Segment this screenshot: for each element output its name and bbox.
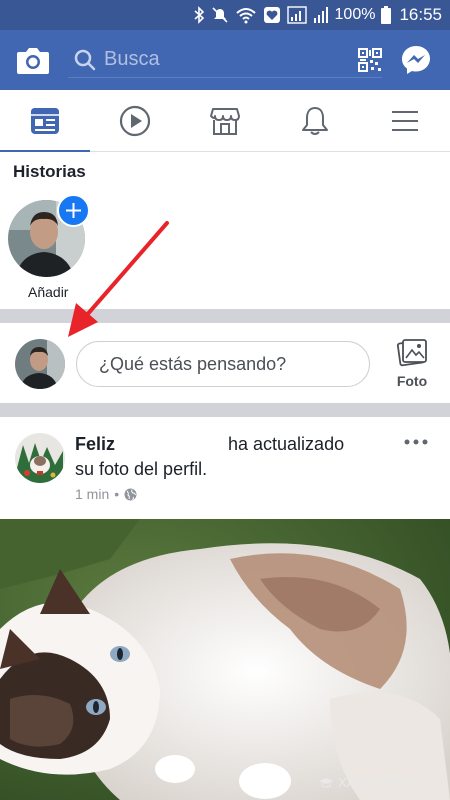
search-input[interactable] xyxy=(104,48,344,71)
composer-avatar xyxy=(15,339,65,389)
add-story-button[interactable] xyxy=(57,194,90,227)
globe-icon xyxy=(124,488,137,500)
facebook-app-screen: 100% 16:55 Busca Historias Añadir ¿Qué e… xyxy=(0,0,450,800)
bell-icon xyxy=(302,107,328,135)
avatar-photo xyxy=(15,433,65,483)
plus-icon xyxy=(66,203,81,218)
post-timestamp[interactable]: 1 min xyxy=(75,486,109,502)
app-header xyxy=(0,30,450,90)
tab-marketplace[interactable] xyxy=(180,90,270,152)
stories-title: Historias xyxy=(13,162,86,181)
section-divider xyxy=(0,403,450,417)
mute-icon xyxy=(211,7,228,23)
menu-icon xyxy=(392,111,418,131)
battery-percent: 100% xyxy=(334,6,376,23)
qr-code-button[interactable] xyxy=(358,48,382,72)
post-photo[interactable] xyxy=(0,519,450,800)
bluetooth-icon xyxy=(194,6,204,24)
messenger-button[interactable] xyxy=(400,44,432,76)
tab-news-feed[interactable] xyxy=(0,90,90,153)
battery-icon xyxy=(381,6,392,24)
photo-icon xyxy=(396,339,427,367)
more-options-icon xyxy=(404,439,428,445)
post-headline: Feliz ha actualizado xyxy=(75,434,344,455)
feed-post-header: Feliz ha actualizado su foto del perfil.… xyxy=(0,417,450,519)
camera-icon xyxy=(17,48,49,74)
watch-icon xyxy=(119,105,151,137)
cat-photo xyxy=(0,519,450,800)
status-bar: 100% 16:55 xyxy=(0,0,450,30)
clock: 16:55 xyxy=(399,5,442,24)
section-divider xyxy=(0,309,450,323)
graduation-cap-icon xyxy=(319,777,333,788)
news-feed-icon xyxy=(31,108,59,134)
heart-notification-icon xyxy=(263,7,280,23)
post-author-avatar[interactable] xyxy=(15,433,65,483)
messenger-icon xyxy=(402,46,430,74)
camera-button[interactable] xyxy=(16,44,50,76)
post-meta: 1 min • xyxy=(75,486,137,502)
signal-strength-icon xyxy=(313,7,328,23)
search-icon xyxy=(74,49,96,70)
qr-code-icon xyxy=(358,48,382,72)
post-author-name[interactable]: Feliz xyxy=(75,434,115,454)
tab-watch[interactable] xyxy=(90,90,180,152)
tab-bar xyxy=(0,90,450,153)
avatar-photo xyxy=(15,339,65,389)
search-bar[interactable] xyxy=(68,42,382,78)
photo-label: Foto xyxy=(396,373,428,389)
marketplace-icon xyxy=(210,108,240,135)
post-action-text: ha actualizado xyxy=(228,434,345,454)
add-story-label: Añadir xyxy=(28,284,69,300)
whats-on-your-mind-input[interactable]: ¿Qué estás pensando? xyxy=(76,341,370,387)
watermark: XATAKA BASICS xyxy=(318,775,442,790)
watermark-text: XATAKA BASICS xyxy=(338,775,442,790)
stories-section: Historias Añadir xyxy=(0,152,450,309)
tab-notifications[interactable] xyxy=(270,90,360,152)
photo-button[interactable]: Foto xyxy=(388,337,436,393)
post-options-button[interactable] xyxy=(403,435,429,449)
tab-menu[interactable] xyxy=(360,90,450,152)
post-action-text-continued: su foto del perfil. xyxy=(75,459,208,479)
post-composer: ¿Qué estás pensando? Foto xyxy=(0,323,450,403)
signal-icon xyxy=(286,6,307,24)
meta-separator: • xyxy=(114,486,120,502)
wifi-icon xyxy=(235,8,256,24)
